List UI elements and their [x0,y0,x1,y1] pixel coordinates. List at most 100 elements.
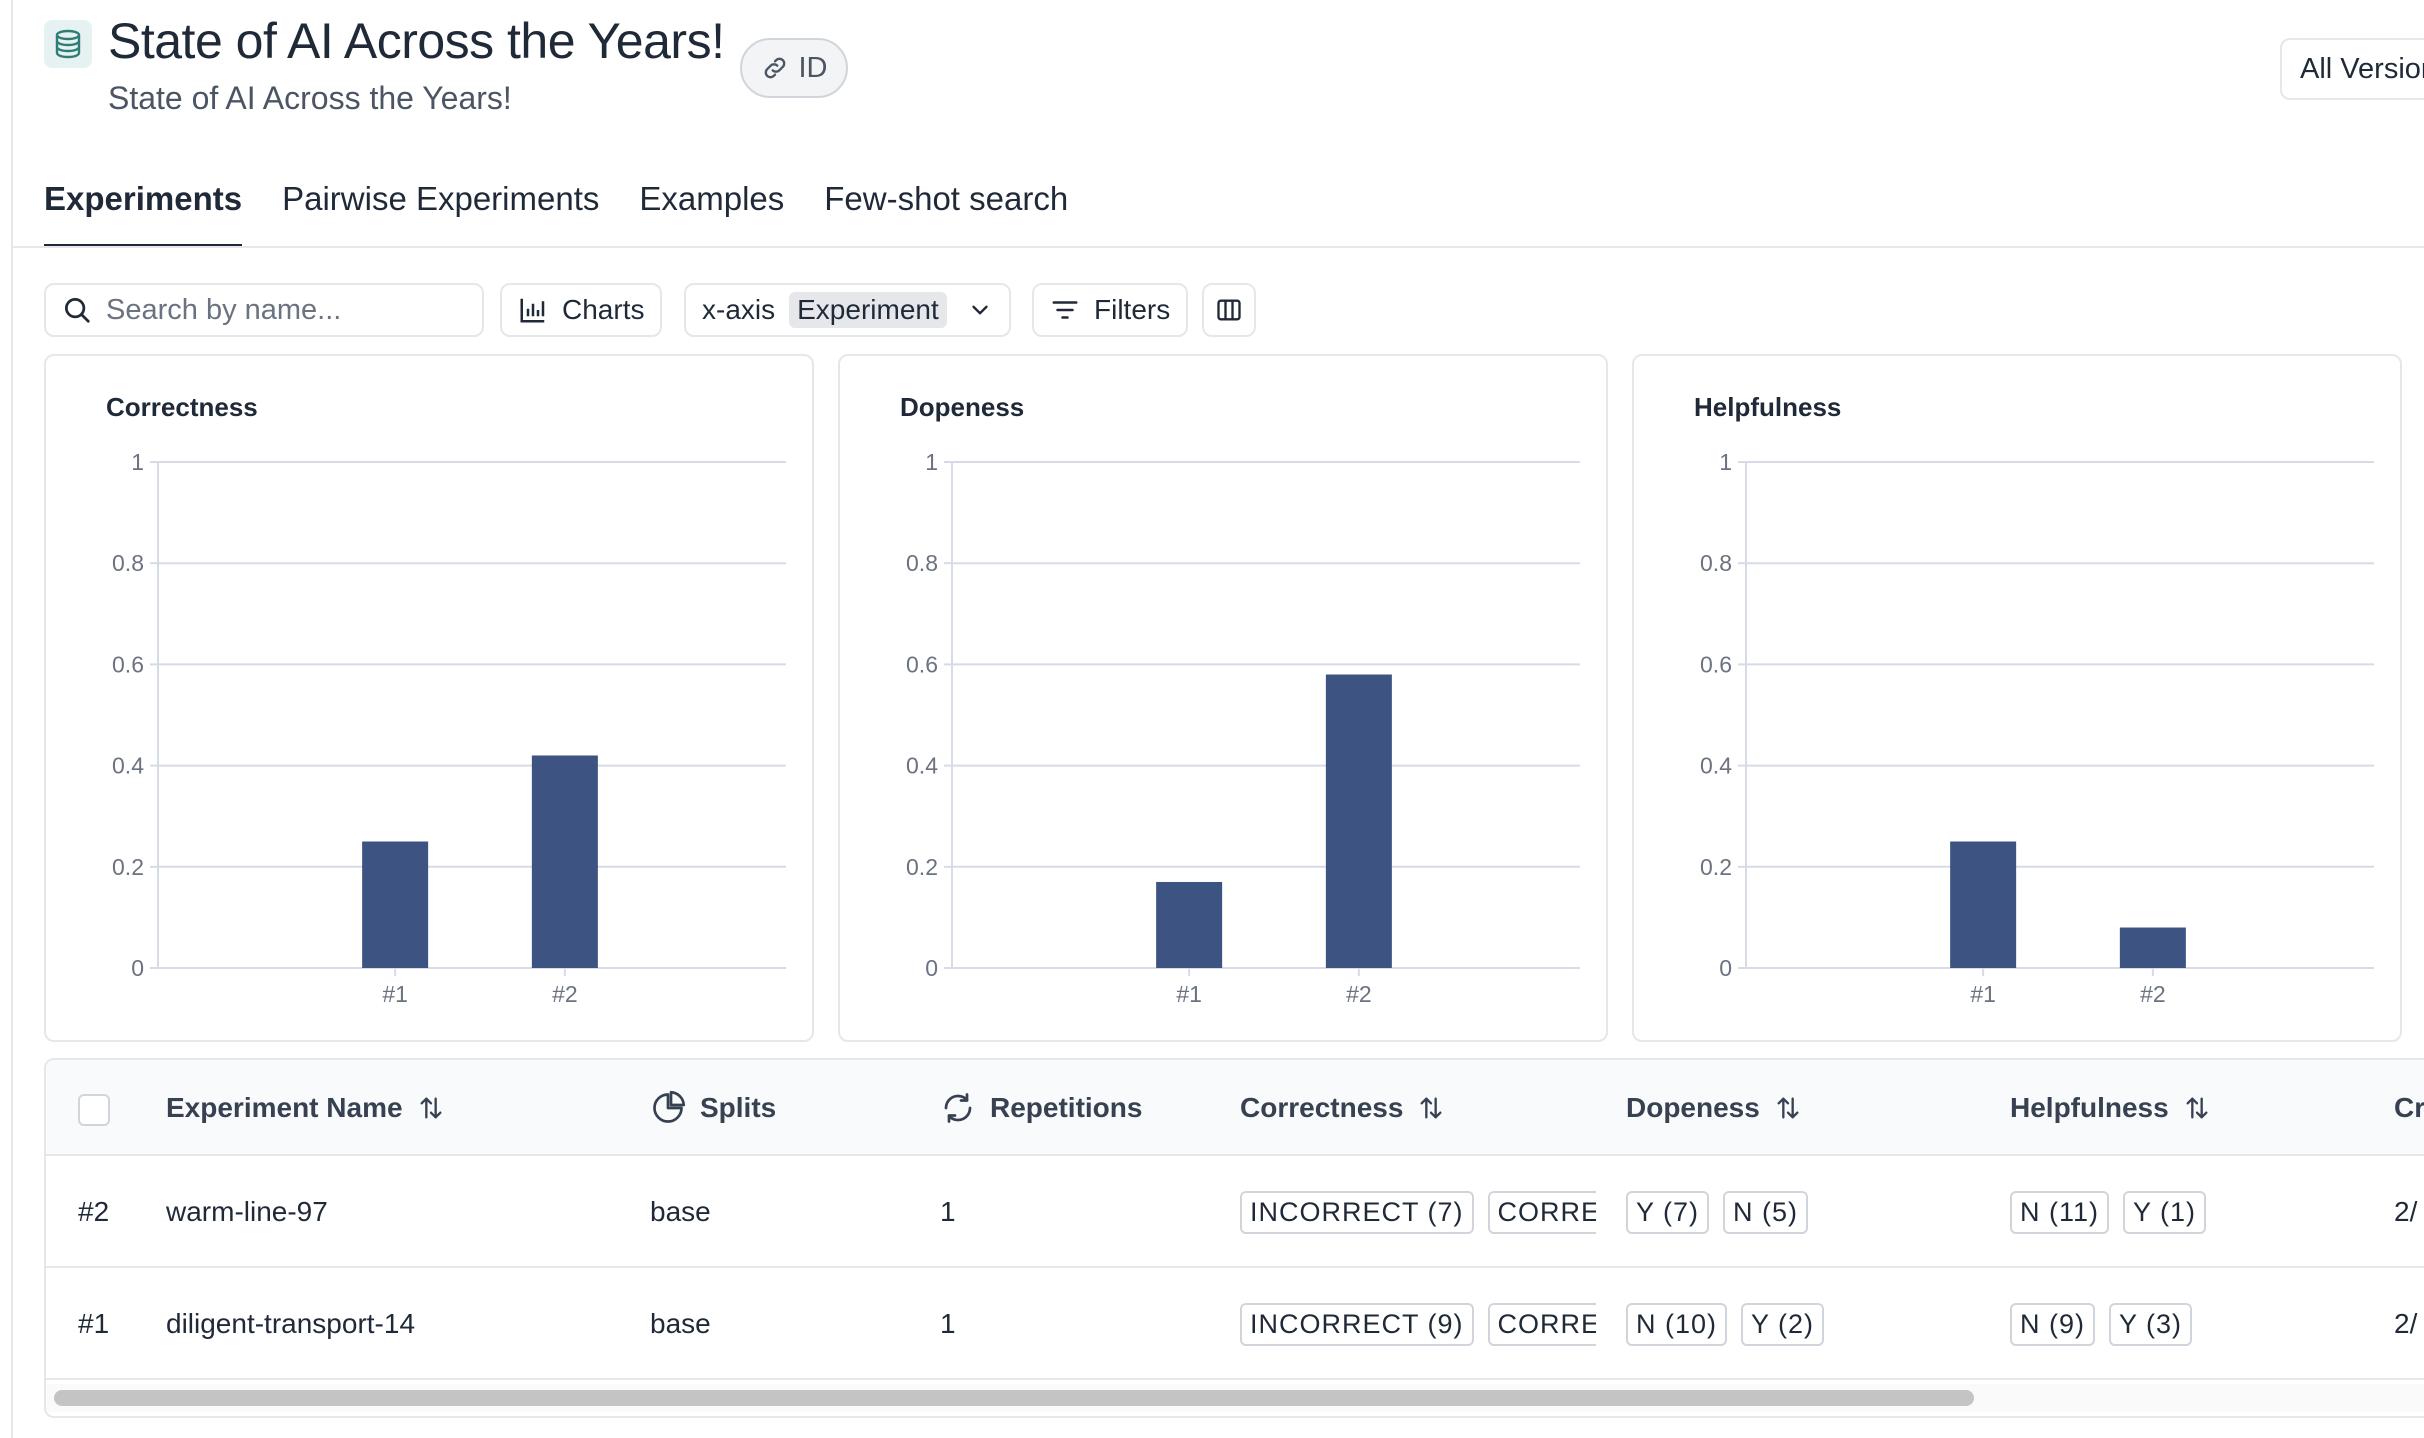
link-icon [764,57,785,79]
table-row[interactable]: #2 warm-line-97 base 1 INCORRECT (7) COR… [46,1156,2424,1268]
select-all-checkbox[interactable] [78,1094,110,1126]
chart-dopeness[interactable]: 0 0.2 0.4 0.6 0.8 1 #1 #2 [840,356,1610,1044]
x-tick-label: #2 [552,981,578,1007]
experiment-name-link[interactable]: diligent-transport-14 [166,1268,415,1380]
dopeness-cell: N (10) Y (2) [1626,1268,1838,1380]
dataset-icon [44,20,92,68]
repetitions-value: 1 [940,1196,956,1227]
sort-icon[interactable] [1774,1094,1802,1122]
x-tick-label: #1 [1176,981,1202,1007]
next-column-value: 2/ [2394,1196,2418,1227]
tab-pairwise-experiments[interactable]: Pairwise Experiments [282,180,599,248]
experiments-table: Experiment Name Splits Repetitions Corre… [44,1058,2424,1418]
x-tick-label: #2 [2140,981,2166,1007]
helpfulness-cell: N (9) Y (3) [2010,1268,2206,1380]
sort-icon[interactable] [2183,1094,2211,1122]
chart-correctness[interactable]: 0 0.2 0.4 0.6 0.8 1 #1 #2 [46,356,816,1044]
y-tick-label: 0.6 [906,651,938,677]
x-tick-label: #2 [1346,981,1372,1007]
row-index: #2 [78,1196,110,1227]
y-tick-label: 0 [1719,955,1732,981]
repetitions-value: 1 [940,1308,956,1339]
column-label: Repetitions [990,1092,1143,1123]
column-label: Dopeness [1626,1092,1760,1123]
experiment-name-link[interactable]: warm-line-97 [166,1156,328,1268]
bar [1950,841,2017,968]
column-next[interactable]: Cr [2394,1060,2424,1156]
y-tick-label: 1 [925,449,938,475]
next-column-value: 2/ [2394,1308,2418,1339]
y-tick-label: 0.4 [1700,753,1732,779]
tab-examples[interactable]: Examples [639,180,784,248]
tab-bar: Experiments Pairwise Experiments Example… [44,180,1068,248]
tabs-divider [13,246,2424,248]
chart-title: Dopeness [900,392,1025,422]
feedback-pill[interactable]: N (11) [2010,1190,2110,1234]
chart-card-correctness: 0 0.2 0.4 0.6 0.8 1 #1 #2 Correctness [44,354,814,1042]
columns-button[interactable] [1202,283,1256,337]
filter-icon [1052,301,1078,319]
feedback-pill[interactable]: CORRECT (3) [1487,1302,1596,1346]
column-label: Experiment Name [166,1092,403,1123]
table-row[interactable]: #1 diligent-transport-14 base 1 INCORREC… [46,1268,2424,1380]
chart-title: Helpfulness [1694,392,1842,422]
chart-title: Correctness [106,392,258,422]
correctness-cell: INCORRECT (9) CORRECT (3) [1240,1268,1596,1380]
columns-icon [1217,299,1241,321]
chevron-down-icon [972,305,988,315]
filters-label: Filters [1094,294,1171,325]
pie-chart-icon [653,1090,686,1123]
column-correctness[interactable]: Correctness [1240,1060,1445,1156]
feedback-pill[interactable]: Y (1) [2123,1190,2207,1234]
feedback-pill[interactable]: N (5) [1723,1190,1809,1234]
y-tick-label: 0 [131,955,144,981]
feedback-pill[interactable]: Y (2) [1741,1302,1825,1346]
repeat-icon [944,1093,972,1123]
table-header: Experiment Name Splits Repetitions Corre… [46,1060,2424,1156]
sort-icon[interactable] [1417,1094,1445,1122]
feedback-pill[interactable]: INCORRECT (9) [1240,1302,1474,1346]
column-dopeness[interactable]: Dopeness [1626,1060,1802,1156]
y-tick-label: 1 [1719,449,1732,475]
filters-button[interactable]: Filters [1032,283,1189,337]
xaxis-select[interactable]: x-axis Experiment [684,283,1011,337]
bar [531,755,598,968]
bar [1156,881,1223,968]
feedback-pill[interactable]: INCORRECT (7) [1240,1190,1474,1234]
horizontal-scrollbar[interactable] [54,1390,1974,1406]
search-input[interactable] [106,293,466,327]
page-title: State of AI Across the Years! [108,13,725,69]
chart-helpfulness[interactable]: 0 0.2 0.4 0.6 0.8 1 #1 #2 [1634,356,2404,1044]
column-splits[interactable]: Splits [650,1060,776,1156]
y-tick-label: 0 [925,955,938,981]
x-tick-label: #1 [1970,981,1996,1007]
chart-card-dopeness: 0 0.2 0.4 0.6 0.8 1 #1 #2 Dopeness [838,354,1608,1042]
charts-label: Charts [562,294,645,325]
feedback-pill[interactable]: Y (7) [1626,1190,1710,1234]
feedback-pill[interactable]: CORRECT (5) [1487,1190,1596,1234]
y-tick-label: 0.4 [112,753,144,779]
column-experiment-name[interactable]: Experiment Name [166,1060,445,1156]
bar [2119,927,2186,968]
copy-id-button[interactable]: ID [740,38,848,98]
versions-select[interactable]: All Versions [2280,38,2424,100]
tab-experiments[interactable]: Experiments [44,180,243,248]
feedback-pill[interactable]: N (9) [2010,1302,2095,1346]
column-label: Splits [700,1092,777,1123]
y-tick-label: 0.4 [906,753,938,779]
column-repetitions[interactable]: Repetitions [940,1060,1142,1156]
helpfulness-cell: N (11) Y (1) [2010,1156,2220,1268]
tab-few-shot-search[interactable]: Few-shot search [824,180,1068,248]
feedback-pill[interactable]: Y (3) [2109,1302,2193,1346]
column-label: Correctness [1240,1092,1404,1123]
bar [1325,674,1392,968]
correctness-cell: INCORRECT (7) CORRECT (5) [1240,1156,1596,1268]
chart-card-helpfulness: 0 0.2 0.4 0.6 0.8 1 #1 #2 Helpfulness [1632,354,2402,1042]
feedback-pill[interactable]: N (10) [1626,1302,1728,1346]
search-icon [65,298,90,323]
charts-button[interactable]: Charts [500,283,663,337]
y-tick-label: 0.6 [112,651,144,677]
x-tick-label: #1 [382,981,408,1007]
column-helpfulness[interactable]: Helpfulness [2010,1060,2211,1156]
sort-icon[interactable] [417,1094,445,1122]
